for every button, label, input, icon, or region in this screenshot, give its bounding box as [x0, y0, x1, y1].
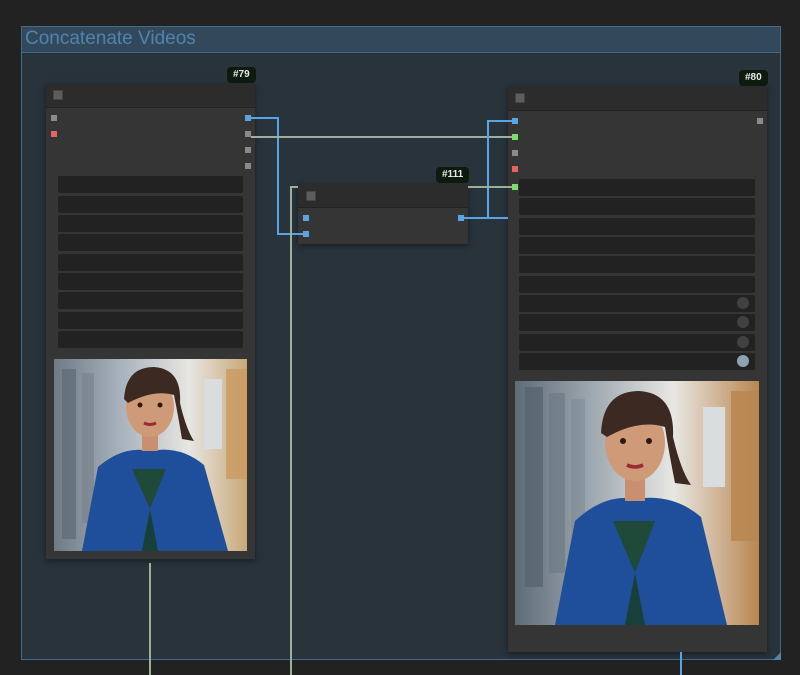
link-wire	[290, 186, 298, 675]
image-wire	[251, 117, 303, 235]
image-wire	[464, 120, 512, 219]
node-connections	[149, 117, 682, 675]
